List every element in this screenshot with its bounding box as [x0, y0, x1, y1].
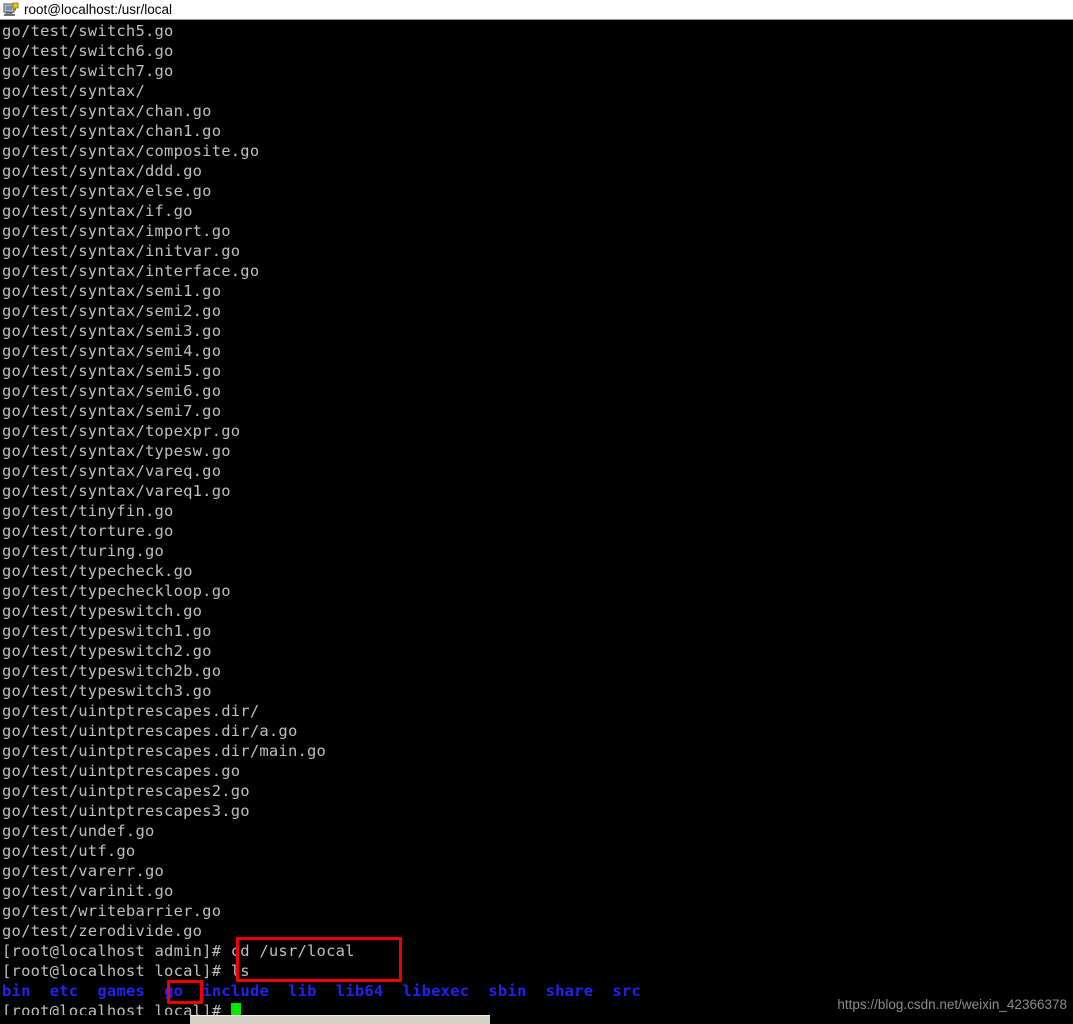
output-line: go/test/typeswitch2.go — [2, 642, 212, 660]
ls-spacer — [145, 982, 164, 1000]
output-line: go/test/switch6.go — [2, 42, 174, 60]
output-line: go/test/syntax/else.go — [2, 182, 212, 200]
output-line: go/test/typeswitch1.go — [2, 622, 212, 640]
command-ls: ls — [230, 962, 250, 980]
ls-entry-etc: etc — [49, 982, 79, 1000]
output-line: go/test/syntax/semi5.go — [2, 362, 222, 380]
output-line: go/test/syntax/initvar.go — [2, 242, 241, 260]
output-line: go/test/typecheckloop.go — [2, 582, 231, 600]
output-line: go/test/typecheck.go — [2, 562, 193, 580]
command-cd: cd /usr/local — [230, 942, 355, 960]
output-line: go/test/syntax/import.go — [2, 222, 231, 240]
output-line: go/test/syntax/ddd.go — [2, 162, 203, 180]
output-line: go/test/varerr.go — [2, 862, 165, 880]
prompt-string-cd: [root@localhost admin]# — [2, 942, 231, 960]
output-line: go/test/syntax/ — [2, 82, 145, 100]
ls-spacer — [78, 982, 97, 1000]
prompt-line-cd: [root@localhost admin]# cd /usr/local — [0, 941, 1073, 961]
ls-entry-src: src — [612, 982, 641, 1000]
output-line: go/test/syntax/composite.go — [2, 142, 260, 160]
ls-spacer — [593, 982, 612, 1000]
output-line: go/test/syntax/semi1.go — [2, 282, 222, 300]
output-line: go/test/utf.go — [2, 842, 136, 860]
title-bar[interactable]: root@localhost:/usr/local — [0, 0, 1073, 20]
output-line: go/test/zerodivide.go — [2, 922, 203, 940]
output-line: go/test/syntax/typesw.go — [2, 442, 231, 460]
output-line: go/test/undef.go — [2, 822, 155, 840]
output-line: go/test/writebarrier.go — [2, 902, 222, 920]
output-line: go/test/uintptrescapes3.go — [2, 802, 250, 820]
ls-entry-lib64: lib64 — [335, 982, 384, 1000]
output-line: go/test/syntax/semi2.go — [2, 302, 222, 320]
window-title: root@localhost:/usr/local — [24, 2, 173, 17]
output-line: go/test/syntax/semi3.go — [2, 322, 222, 340]
ls-spacer — [526, 982, 545, 1000]
output-line: go/test/syntax/semi4.go — [2, 342, 222, 360]
terminal-window: root@localhost:/usr/local go/test/switch… — [0, 0, 1073, 1024]
ls-entry-share: share — [545, 982, 594, 1000]
output-line: go/test/typeswitch.go — [2, 602, 203, 620]
ls-spacer — [269, 982, 288, 1000]
putty-terminal-icon — [3, 1, 20, 18]
ls-spacer — [31, 982, 50, 1000]
output-line: go/test/syntax/semi6.go — [2, 382, 222, 400]
output-line: go/test/turing.go — [2, 542, 165, 560]
ls-entry-bin: bin — [2, 982, 31, 1000]
output-line: go/test/syntax/topexpr.go — [2, 422, 241, 440]
output-line: go/test/syntax/if.go — [2, 202, 193, 220]
output-line: go/test/syntax/semi7.go — [2, 402, 222, 420]
output-line: go/test/syntax/chan1.go — [2, 122, 222, 140]
prompt-string-ls: [root@localhost local]# — [2, 962, 231, 980]
output-line: go/test/switch7.go — [2, 62, 174, 80]
output-line: go/test/uintptrescapes.dir/ — [2, 702, 260, 720]
ls-spacer — [317, 982, 336, 1000]
output-line: go/test/syntax/chan.go — [2, 102, 212, 120]
output-line: go/test/uintptrescapes.dir/a.go — [2, 722, 298, 740]
watermark-text: https://blog.csdn.net/weixin_42366378 — [837, 997, 1067, 1012]
horizontal-scrollbar-track[interactable] — [0, 1015, 1073, 1024]
ls-entry-lib: lib — [288, 982, 317, 1000]
output-line: go/test/tinyfin.go — [2, 502, 174, 520]
output-line: go/test/varinit.go — [2, 882, 174, 900]
output-line: go/test/syntax/vareq1.go — [2, 482, 231, 500]
output-line: go/test/typeswitch2b.go — [2, 662, 222, 680]
ls-spacer — [183, 982, 202, 1000]
ls-entry-sbin: sbin — [488, 982, 527, 1000]
ls-spacer — [469, 982, 488, 1000]
output-line: go/test/uintptrescapes.go — [2, 762, 241, 780]
output-line: go/test/uintptrescapes2.go — [2, 782, 250, 800]
horizontal-scrollbar-thumb[interactable] — [190, 1015, 490, 1024]
ls-entry-games: games — [97, 982, 146, 1000]
output-line: go/test/uintptrescapes.dir/main.go — [2, 742, 327, 760]
ls-spacer — [383, 982, 402, 1000]
output-line: go/test/syntax/interface.go — [2, 262, 260, 280]
terminal-body[interactable]: go/test/switch5.go go/test/switch6.go go/t… — [0, 21, 1073, 1024]
output-line: go/test/switch5.go — [2, 22, 174, 40]
output-line: go/test/torture.go — [2, 522, 174, 540]
output-line: go/test/typeswitch3.go — [2, 682, 212, 700]
ls-entry-libexec: libexec — [402, 982, 470, 1000]
ls-entry-go: go — [164, 982, 184, 1000]
prompt-line-ls: [root@localhost local]# ls — [0, 961, 1073, 981]
output-line: go/test/syntax/vareq.go — [2, 462, 222, 480]
file-listing-output: go/test/switch5.go go/test/switch6.go go/t… — [0, 21, 1073, 941]
ls-entry-include: include — [202, 982, 270, 1000]
